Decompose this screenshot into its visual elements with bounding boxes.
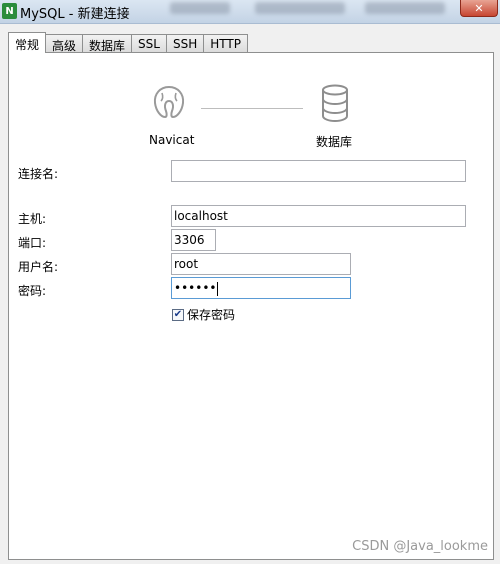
tab-advanced[interactable]: 高级 [45, 34, 84, 53]
password-label: 密码: [18, 284, 47, 298]
tab-general[interactable]: 常规 [8, 32, 47, 53]
general-panel: Navicat 数据库 连接名: 主机: localhost 端口: 3306 … [8, 52, 494, 560]
connection-name-input[interactable] [171, 160, 466, 182]
blurred-region [365, 2, 445, 14]
navicat-label: Navicat [149, 133, 195, 147]
database-icon [322, 84, 348, 122]
watermark: CSDN @Java_lookme [352, 539, 488, 554]
text-caret [217, 281, 219, 296]
save-password-label: 保存密码 [187, 308, 236, 322]
connection-line [201, 108, 303, 109]
blurred-region [255, 2, 345, 14]
title-bar: N MySQL - 新建连接 ✕ [0, 0, 500, 24]
dialog-body: 常规 高级 数据库 SSL SSH HTTP Navicat 数据库 连接名: … [0, 24, 500, 564]
username-label: 用户名: [18, 260, 59, 274]
password-value: •••••• [174, 281, 217, 295]
window-title: MySQL - 新建连接 [20, 7, 130, 22]
username-input[interactable]: root [171, 253, 351, 275]
port-label: 端口: [18, 236, 47, 250]
navicat-app-icon: N [2, 3, 17, 19]
close-icon: ✕ [474, 1, 484, 15]
tab-strip: 常规 高级 数据库 SSL SSH HTTP [8, 32, 248, 53]
blurred-region [170, 2, 230, 14]
port-input[interactable]: 3306 [171, 229, 216, 251]
tab-ssh[interactable]: SSH [165, 34, 205, 52]
navicat-icon [153, 85, 185, 119]
tab-http[interactable]: HTTP [203, 34, 248, 52]
host-input[interactable]: localhost [171, 205, 466, 227]
save-password-checkbox[interactable]: ✔ [172, 308, 184, 321]
password-input[interactable]: •••••• [171, 277, 351, 299]
tab-databases[interactable]: 数据库 [82, 34, 133, 53]
tab-ssl[interactable]: SSL [131, 34, 167, 52]
connection-name-label: 连接名: [18, 167, 59, 181]
checkmark-icon: ✔ [173, 309, 183, 320]
close-button[interactable]: ✕ [460, 0, 498, 17]
host-label: 主机: [18, 212, 47, 226]
database-label: 数据库 [316, 135, 353, 149]
save-password-row[interactable]: ✔ 保存密码 [172, 306, 235, 323]
